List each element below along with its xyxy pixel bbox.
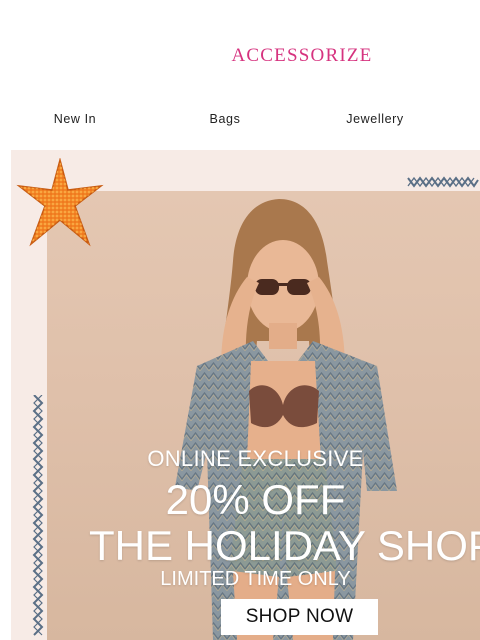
nav-item-jewellery[interactable]: Jewellery: [340, 108, 410, 130]
main-nav: New In Bags Jewellery: [0, 108, 480, 132]
logo[interactable]: ACCESSORIZE: [229, 44, 375, 68]
promo-line-discount: 20% OFF: [165, 476, 346, 523]
nav-item-new-in[interactable]: New In: [48, 108, 102, 130]
promo-line-holiday-shop: THE HOLIDAY SHOP: [89, 522, 480, 569]
promo-line-online-exclusive: ONLINE EXCLUSIVE: [147, 446, 364, 471]
embroidery-stitch-top: [407, 176, 479, 188]
promo-line-limited-time: LIMITED TIME ONLY: [160, 568, 351, 590]
nav-item-bags[interactable]: Bags: [200, 108, 250, 130]
starfish-icon: [16, 158, 104, 247]
hero-banner[interactable]: ONLINE EXCLUSIVE 20% OFF THE HOLIDAY SHO…: [11, 150, 480, 640]
shop-now-button[interactable]: SHOP NOW: [221, 599, 378, 635]
